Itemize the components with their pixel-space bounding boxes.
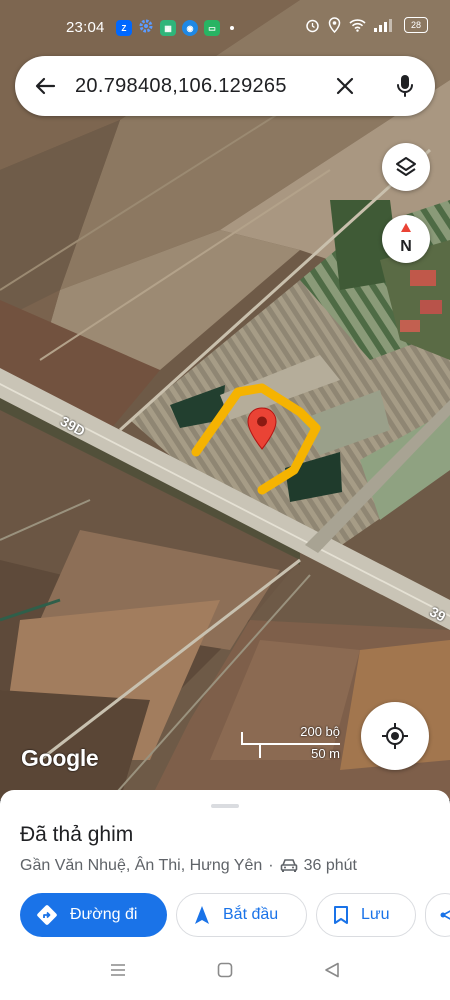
menu-lines-icon [111, 964, 125, 976]
navigation-arrow-icon [193, 905, 211, 925]
place-address: Gần Văn Nhuệ, Ân Thi, Hưng Yên [20, 857, 263, 874]
layers-icon [396, 157, 416, 176]
compass-icon: N [400, 223, 412, 255]
save-button[interactable]: Lưu [316, 893, 416, 937]
compass-button[interactable]: N [382, 215, 430, 263]
close-icon [336, 77, 354, 95]
arrow-left-icon [35, 77, 56, 95]
status-time: 23:04 [66, 19, 105, 36]
satellite-imagery [0, 0, 450, 800]
battery-icon: 28 [404, 17, 428, 33]
back-button[interactable] [25, 66, 65, 106]
zalo-icon: Z [116, 20, 132, 36]
gear-icon [138, 18, 154, 38]
my-location-button[interactable] [361, 702, 429, 770]
layers-button[interactable] [382, 143, 430, 191]
back-triangle-icon [325, 962, 339, 978]
action-chips: Đường đi Bắt đầu Lưu [20, 893, 450, 937]
clear-button[interactable] [325, 66, 365, 106]
voice-search-button[interactable] [385, 66, 425, 106]
scale-bar: 200 bộ 50 m [240, 722, 342, 766]
home-button[interactable] [217, 962, 233, 983]
status-bar: 23:04 Z ▦ ◉ ▭ 28 [0, 0, 450, 56]
svg-text:N: N [400, 238, 412, 255]
search-bar[interactable]: 20.798408,106.129265 [15, 56, 435, 116]
back-nav-button[interactable] [324, 962, 340, 983]
separator: · [268, 857, 274, 874]
recent-apps-button[interactable] [110, 962, 126, 983]
system-icons: 28 [305, 17, 428, 33]
directions-icon [36, 904, 58, 926]
alarm-icon [306, 19, 319, 32]
place-title: Đã thả ghim [20, 823, 134, 846]
bookmark-icon [333, 905, 349, 925]
more-notifications-dot [230, 26, 234, 30]
microphone-icon [397, 75, 413, 97]
system-navigation-bar [0, 942, 450, 1000]
messages-icon: ▭ [204, 20, 220, 36]
directions-label: Đường đi [70, 906, 138, 923]
location-icon [328, 17, 341, 33]
google-logo: Google [21, 745, 99, 771]
share-button[interactable] [425, 893, 450, 937]
save-label: Lưu [361, 906, 390, 923]
start-label: Bắt đầu [223, 906, 279, 923]
crosshair-icon [382, 723, 408, 749]
satellite-map[interactable]: 39D 39 [0, 0, 450, 800]
directions-button[interactable]: Đường đi [20, 893, 167, 937]
home-square-icon [217, 962, 233, 978]
signal-icon [374, 19, 392, 32]
drive-time: 36 phút [303, 857, 357, 874]
browser-icon: ◉ [182, 20, 198, 36]
share-icon [440, 906, 450, 924]
calendar-icon: ▦ [160, 20, 176, 36]
map-pin-icon[interactable] [247, 407, 277, 451]
car-icon [280, 859, 297, 872]
scale-metric: 50 m [311, 746, 340, 761]
start-button[interactable]: Bắt đầu [176, 893, 307, 937]
drag-handle[interactable] [211, 804, 239, 808]
place-subtitle: Gần Văn Nhuệ, Ân Thi, Hưng Yên · 36 phút [20, 857, 357, 875]
wifi-icon [349, 19, 366, 32]
place-bottom-sheet[interactable]: Đã thả ghim Gần Văn Nhuệ, Ân Thi, Hưng Y… [0, 790, 450, 942]
scale-imperial: 200 bộ [300, 724, 340, 739]
search-input[interactable]: 20.798408,106.129265 [75, 75, 287, 98]
notification-icons: Z ▦ ◉ ▭ [116, 18, 234, 38]
